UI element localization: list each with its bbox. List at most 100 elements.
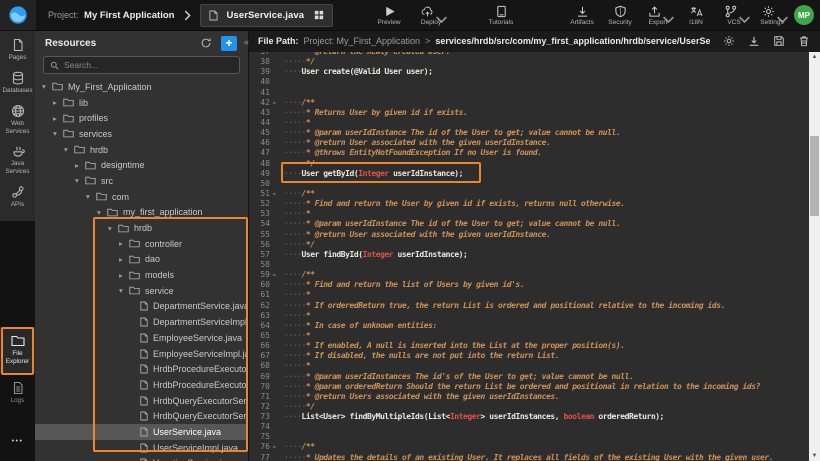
more-options-button[interactable]: ••• — [0, 438, 35, 445]
security-button[interactable]: Security — [605, 5, 635, 26]
code-line-49[interactable]: 49····User getById(Integer userIdInstanc… — [248, 169, 809, 179]
fold-marker[interactable]: - — [270, 270, 278, 280]
code-line-56[interactable]: 56·····*/ — [248, 240, 809, 250]
tree-item-lib[interactable]: ▸lib — [35, 95, 248, 111]
code-line-55[interactable]: 55·····* @return User associated with th… — [248, 230, 809, 240]
code-line-50[interactable]: 50 — [248, 179, 809, 189]
artifacts-button[interactable]: Artifacts — [567, 5, 597, 26]
caret-expanded-icon[interactable]: ▾ — [107, 224, 118, 233]
preview-button[interactable]: Preview — [374, 5, 404, 26]
tree-item-controller[interactable]: ▸controller — [35, 236, 248, 252]
rail-item-java-services[interactable]: Java Services — [0, 141, 35, 179]
code-line-51[interactable]: 51-····/** — [248, 189, 809, 199]
scroll-down-arrow[interactable]: ▼ — [809, 451, 820, 461]
code-line-54[interactable]: 54·····* @param userIdInstance The id of… — [248, 219, 809, 229]
refresh-icon[interactable] — [200, 37, 212, 49]
rail-item-pages[interactable]: Pages — [0, 35, 35, 65]
trash-icon[interactable] — [798, 35, 810, 47]
deploy-button[interactable]: Deploy — [416, 5, 446, 26]
tree-item-my-first-application[interactable]: ▾my_first_application — [35, 205, 248, 221]
code-line-40[interactable]: 40 — [248, 77, 809, 87]
rail-item-apis[interactable]: APIs — [0, 182, 35, 212]
app-logo[interactable] — [0, 0, 36, 30]
collapse-panel-icon[interactable]: « — [244, 37, 249, 47]
caret-expanded-icon[interactable]: ▾ — [52, 129, 63, 138]
tree-item-dao[interactable]: ▸dao — [35, 252, 248, 268]
tree-item-employeeserviceimpl-java[interactable]: EmployeeServiceImpl.java — [35, 346, 248, 362]
tree-item-hrdbprocedureexecutorserviceimpl-java[interactable]: HrdbProcedureExecutorServiceImpl.java — [35, 377, 248, 393]
tree-item-my-first-application[interactable]: ▾My_First_Application — [35, 79, 248, 95]
tree-item-hrdbqueryexecutorservice-java[interactable]: HrdbQueryExecutorService.java — [35, 393, 248, 409]
editor-scrollbar[interactable]: ▲ ▼ — [809, 52, 820, 461]
caret-collapsed-icon[interactable]: ▸ — [118, 271, 129, 280]
tree-item-hrdbqueryexecutorserviceimpl-java[interactable]: HrdbQueryExecutorServiceImpl.java — [35, 408, 248, 424]
code-line-59[interactable]: 59-····/** — [248, 270, 809, 280]
code-viewport[interactable]: 37·····* @return the newly created User.… — [248, 52, 809, 461]
code-line-62[interactable]: 62·····* If orderedReturn true, the retu… — [248, 301, 809, 311]
code-line-68[interactable]: 68·····* — [248, 361, 809, 371]
code-line-42[interactable]: 42-····/** — [248, 98, 809, 108]
code-line-52[interactable]: 52·····* Find and return the User by giv… — [248, 199, 809, 209]
code-line-63[interactable]: 63·····* — [248, 311, 809, 321]
fold-marker[interactable]: - — [270, 98, 278, 108]
caret-expanded-icon[interactable]: ▾ — [74, 176, 85, 185]
code-line-47[interactable]: 47·····* @throws EntityNotFoundException… — [248, 148, 809, 158]
i18n-button[interactable]: I18N — [681, 5, 711, 26]
tree-item-hrdb[interactable]: ▾hrdb — [35, 142, 248, 158]
code-line-44[interactable]: 44·····* — [248, 118, 809, 128]
caret-expanded-icon[interactable]: ▾ — [118, 286, 129, 295]
code-line-60[interactable]: 60·····* Find and return the list of Use… — [248, 280, 809, 290]
add-resource-button[interactable]: + — [221, 36, 237, 51]
grid-layout-icon[interactable] — [314, 10, 324, 20]
rail-item-file-explorer[interactable]: File Explorer — [0, 327, 35, 373]
tree-item-service[interactable]: ▾service — [35, 283, 248, 299]
fold-marker[interactable]: - — [270, 442, 278, 452]
code-line-61[interactable]: 61·····* — [248, 290, 809, 300]
caret-expanded-icon[interactable]: ▾ — [85, 192, 96, 201]
code-line-43[interactable]: 43·····* Returns User by given id if exi… — [248, 108, 809, 118]
code-line-41[interactable]: 41 — [248, 88, 809, 98]
code-line-74[interactable]: 74 — [248, 422, 809, 432]
user-avatar[interactable]: MP — [794, 5, 814, 25]
code-line-45[interactable]: 45·····* @param userIdInstance The id of… — [248, 128, 809, 138]
tree-item-hrdbprocedureexecutorservice-java[interactable]: HrdbProcedureExecutorService.java — [35, 361, 248, 377]
code-line-48[interactable]: 48·····*/ — [248, 159, 809, 169]
tree-item-departmentserviceimpl-java[interactable]: DepartmentServiceImpl.java — [35, 314, 248, 330]
code-line-57[interactable]: 57····User findById(Integer userIdInstan… — [248, 250, 809, 260]
fold-marker[interactable]: - — [270, 189, 278, 199]
tree-item-services[interactable]: ▾services — [35, 126, 248, 142]
rail-item-web-services[interactable]: Web Services — [0, 101, 35, 139]
code-line-73[interactable]: 73····List<User> findByMultipleIds(List<… — [248, 412, 809, 422]
tree-item-userserviceimpl-java[interactable]: UserServiceImpl.java — [35, 440, 248, 456]
settings-button[interactable]: Settings — [757, 5, 787, 26]
code-line-38[interactable]: 38·····*/ — [248, 57, 809, 67]
tree-item-hrdb[interactable]: ▾hrdb — [35, 220, 248, 236]
tree-item-userservice-java[interactable]: UserService.java — [35, 424, 248, 440]
tree-item-src[interactable]: ▾src — [35, 173, 248, 189]
caret-expanded-icon[interactable]: ▾ — [96, 208, 107, 217]
tree-item-departmentservice-java[interactable]: DepartmentService.java — [35, 299, 248, 315]
tree-item-vacationservice-java[interactable]: VacationService.java — [35, 456, 248, 461]
code-line-53[interactable]: 53·····* — [248, 209, 809, 219]
download-icon[interactable] — [748, 35, 760, 47]
caret-collapsed-icon[interactable]: ▸ — [74, 161, 85, 170]
tree-item-profiles[interactable]: ▸profiles — [35, 110, 248, 126]
caret-collapsed-icon[interactable]: ▸ — [52, 114, 63, 123]
tree-item-designtime[interactable]: ▸designtime — [35, 157, 248, 173]
code-line-58[interactable]: 58 — [248, 260, 809, 270]
settings-gear-icon[interactable] — [723, 35, 735, 47]
code-line-67[interactable]: 67·····* If disabled, the nulls are not … — [248, 351, 809, 361]
rail-item-logs[interactable]: Logs — [0, 378, 35, 408]
vcs-button[interactable]: VCS — [719, 5, 749, 26]
caret-collapsed-icon[interactable]: ▸ — [118, 239, 129, 248]
caret-expanded-icon[interactable]: ▾ — [41, 82, 52, 91]
code-line-64[interactable]: 64·····* In case of unknown entities: — [248, 321, 809, 331]
code-line-70[interactable]: 70·····* @param orderedReturn Should the… — [248, 382, 809, 392]
caret-expanded-icon[interactable]: ▾ — [63, 145, 74, 154]
export-button[interactable]: Export — [643, 5, 673, 26]
code-line-75[interactable]: 75 — [248, 432, 809, 442]
rail-item-databases[interactable]: Databases — [0, 68, 35, 98]
code-line-69[interactable]: 69·····* @param userIdInstances The id's… — [248, 372, 809, 382]
scrollbar-thumb[interactable] — [810, 136, 819, 216]
scroll-up-arrow[interactable]: ▲ — [809, 52, 820, 62]
